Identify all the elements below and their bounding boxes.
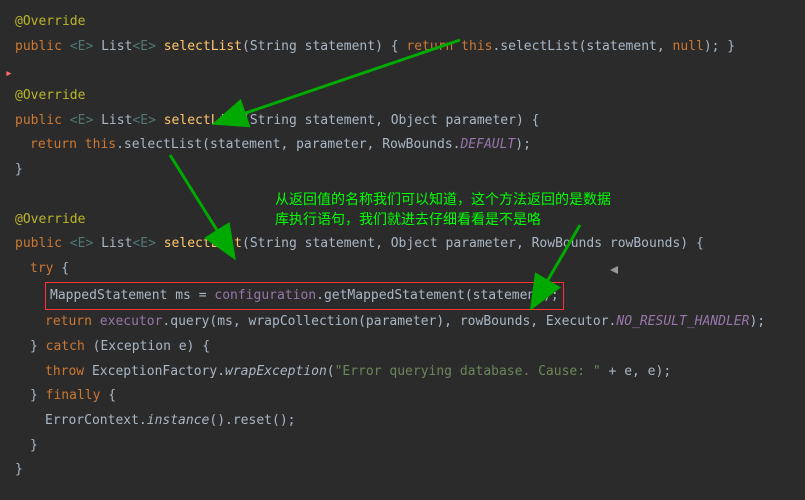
code-line: public <E> List<E> selectList(String sta… — [15, 35, 790, 60]
code-line: try { — [15, 257, 790, 282]
code-line: public <E> List<E> selectList(String sta… — [15, 109, 790, 134]
code-line: } — [15, 158, 790, 183]
code-line: public <E> List<E> selectList(String sta… — [15, 232, 790, 257]
annotation-comment: 从返回值的名称我们可以知道，这个方法返回的是数据 库执行语句，我们就进去仔细看看… — [275, 190, 611, 229]
code-line: throw ExceptionFactory.wrapException("Er… — [15, 360, 790, 385]
code-line: return this.selectList(statement, parame… — [15, 133, 790, 158]
code-line: return executor.query(ms, wrapCollection… — [15, 310, 790, 335]
code-line: @Override — [15, 84, 790, 109]
highlighted-line: MappedStatement ms = configuration.getMa… — [15, 282, 790, 311]
code-line: } catch (Exception e) { — [15, 335, 790, 360]
code-line: } finally { — [15, 384, 790, 409]
code-line: } — [15, 458, 790, 483]
highlight-box: MappedStatement ms = configuration.getMa… — [45, 282, 564, 311]
code-line: ErrorContext.instance().reset(); — [15, 409, 790, 434]
cursor-indicator: ▸ — [5, 62, 13, 87]
code-line: @Override — [15, 10, 790, 35]
code-line: } — [15, 434, 790, 459]
code-line — [15, 59, 790, 84]
